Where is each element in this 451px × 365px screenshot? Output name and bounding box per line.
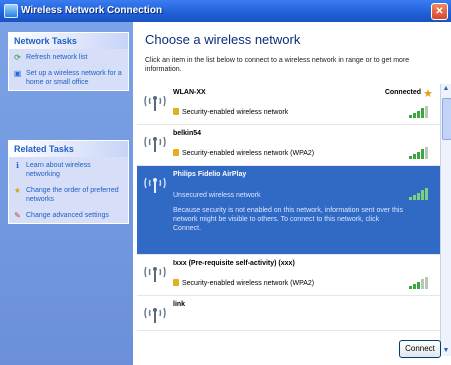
security-line: Security-enabled wireless network (WPA2) (173, 149, 314, 157)
signal-bar (425, 188, 428, 200)
network-item[interactable]: WLAN-XX Connected ★ Security-enabled wir… (137, 84, 441, 125)
signal-bar (425, 106, 428, 118)
signal-bar (413, 153, 416, 159)
security-line: Security-enabled wireless network (WPA2) (173, 279, 314, 287)
signal-strength-icon (409, 147, 429, 159)
star-icon: ★ (13, 186, 22, 195)
signal-bar (421, 149, 424, 159)
network-tasks-box: Network Tasks ⟳ Refresh network list ▣ S… (8, 32, 129, 91)
info-icon: ℹ (15, 161, 20, 170)
security-text: Unsecured wireless network (173, 192, 261, 199)
signal-bar (417, 110, 420, 118)
scroll-down-icon[interactable]: ▼ (441, 346, 451, 356)
instruction-text: Click an item in the list below to conne… (145, 57, 410, 73)
signal-bar (417, 151, 420, 159)
signal-bar (417, 281, 420, 289)
network-list: WLAN-XX Connected ★ Security-enabled wir… (137, 84, 441, 356)
signal-bar (409, 197, 412, 200)
scroll-up-icon[interactable]: ▲ (441, 84, 451, 94)
learn-wireless-link[interactable]: ℹ Learn about wireless networking (9, 157, 128, 182)
connect-button[interactable]: Connect (399, 340, 441, 358)
signal-bar (417, 192, 420, 200)
wireless-antenna-icon (144, 177, 166, 193)
setup-network-icon: ▣ (13, 69, 22, 78)
related-tasks-box: Related Tasks ℹ Learn about wireless net… (8, 140, 129, 224)
task-label: Set up a wireless network for a home or … (26, 70, 122, 86)
wireless-antenna-icon (144, 95, 166, 111)
network-name: Philips Fidelio AirPlay (173, 171, 247, 178)
signal-strength-icon (409, 188, 429, 200)
signal-bar (409, 156, 412, 159)
scroll-thumb[interactable] (442, 98, 451, 140)
signal-strength-icon (409, 106, 429, 118)
signal-bar (421, 190, 424, 200)
settings-icon: ✎ (14, 211, 21, 220)
wireless-network-window: Wireless Network Connection ✕ Network Ta… (0, 0, 451, 365)
security-text: Security-enabled wireless network (WPA2) (182, 150, 315, 157)
change-order-link[interactable]: ★ Change the order of preferred networks (9, 182, 128, 207)
lock-icon (173, 279, 179, 286)
main-content: Choose a wireless network Click an item … (133, 22, 451, 365)
page-title: Choose a wireless network (145, 32, 301, 47)
setup-wireless-network-link[interactable]: ▣ Set up a wireless network for a home o… (9, 65, 128, 90)
security-line: Security-enabled wireless network (173, 108, 288, 116)
window-title: Wireless Network Connection (21, 5, 163, 16)
wireless-antenna-icon (144, 266, 166, 282)
wireless-antenna-icon (144, 307, 166, 323)
network-description: Because security is not enabled on this … (173, 207, 403, 232)
network-item[interactable]: Ixxx (Pre-requisite self-activity) (xxx)… (137, 255, 441, 296)
signal-bar (421, 279, 424, 289)
signal-bar (413, 194, 416, 200)
close-button[interactable]: ✕ (431, 3, 448, 20)
wireless-app-icon (4, 4, 18, 18)
advanced-settings-link[interactable]: ✎ Change advanced settings (9, 207, 128, 223)
signal-strength-icon (409, 277, 429, 289)
signal-bar (413, 112, 416, 118)
network-tasks-header[interactable]: Network Tasks (9, 33, 128, 49)
network-name: WLAN-XX (173, 89, 206, 96)
title-bar: Wireless Network Connection ✕ (0, 0, 451, 22)
refresh-icon: ⟳ (14, 53, 21, 62)
security-text: Security-enabled wireless network (182, 109, 289, 116)
task-label: Refresh network list (26, 54, 88, 61)
signal-bar (421, 108, 424, 118)
signal-bar (425, 147, 428, 159)
network-name: belkin54 (173, 130, 202, 137)
network-item[interactable]: link (137, 296, 441, 331)
related-tasks-header[interactable]: Related Tasks (9, 141, 128, 157)
signal-bar (409, 115, 412, 118)
network-item[interactable]: belkin54 Security-enabled wireless netwo… (137, 125, 441, 166)
task-pane: Network Tasks ⟳ Refresh network list ▣ S… (0, 22, 133, 365)
security-text: Security-enabled wireless network (WPA2) (182, 280, 315, 287)
signal-bar (409, 286, 412, 289)
lock-icon (173, 149, 179, 156)
network-item-selected[interactable]: Philips Fidelio AirPlay Unsecured wirele… (137, 166, 441, 255)
connection-status: Connected (384, 89, 421, 96)
network-name: Ixxx (Pre-requisite self-activity) (xxx) (173, 260, 295, 267)
refresh-network-list-link[interactable]: ⟳ Refresh network list (9, 49, 128, 65)
lock-icon (173, 108, 179, 115)
task-label: Change advanced settings (26, 212, 109, 219)
signal-bar (425, 277, 428, 289)
task-label: Change the order of preferred networks (26, 187, 119, 203)
network-name: link (173, 301, 186, 308)
signal-bar (413, 283, 416, 289)
wireless-antenna-icon (144, 136, 166, 152)
task-label: Learn about wireless networking (26, 162, 91, 178)
network-list-scrollbar[interactable]: ▲ ▼ (440, 84, 451, 356)
preferred-star-icon: ★ (423, 88, 433, 100)
